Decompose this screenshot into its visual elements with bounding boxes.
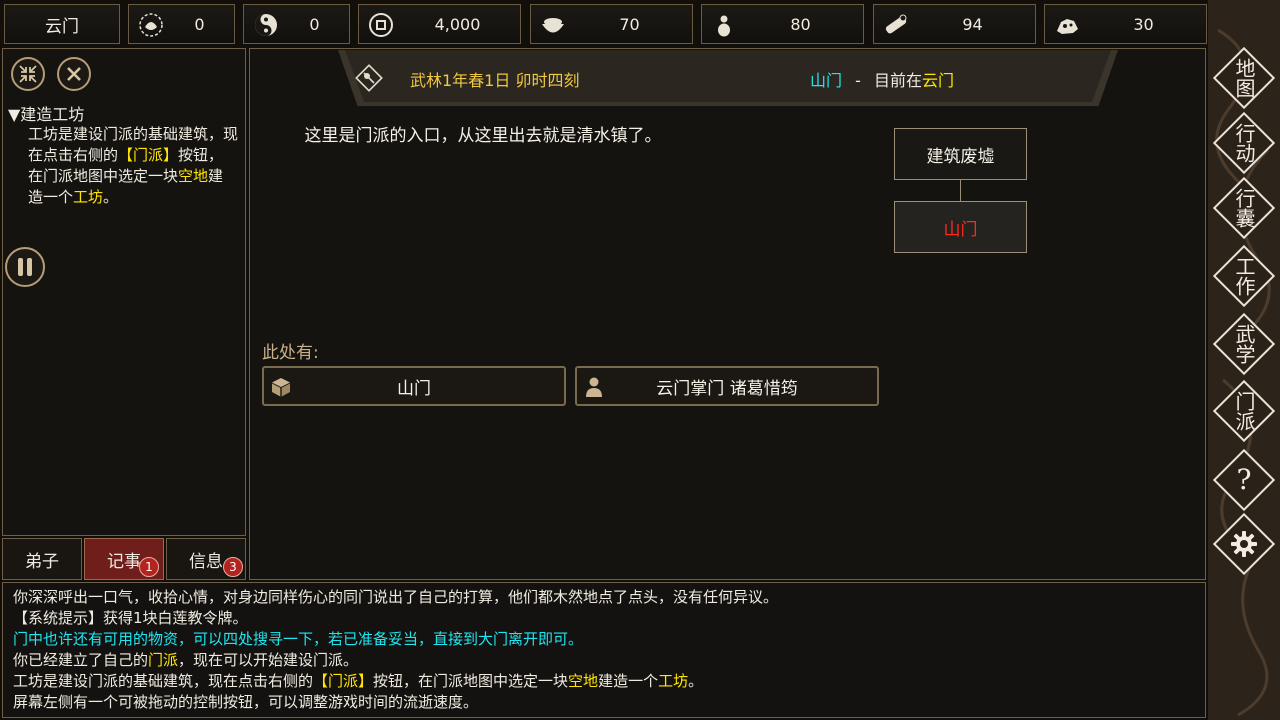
resource-wine[interactable]: 80: [701, 4, 864, 44]
log-line: 屏幕左侧有一个可被拖动的控制按钮，可以调整游戏时间的流逝速度。: [13, 693, 479, 711]
tab-disciples-label: 弟子: [25, 551, 59, 572]
nav-bag[interactable]: 行囊: [1212, 176, 1276, 240]
gear-icon: [1231, 531, 1257, 557]
collapse-button[interactable]: [11, 57, 45, 91]
resource-coin[interactable]: 4,000: [358, 4, 521, 44]
quest-title[interactable]: ▼建造工坊: [8, 101, 84, 125]
nav-actions[interactable]: 行动: [1212, 111, 1276, 175]
object-sect-leader-button[interactable]: 云门掌门 诸葛惜筠: [575, 366, 879, 406]
reputation-icon: [139, 13, 163, 37]
log-line: 你深深呼出一口气，收拾心情，对身边同样伤心的同门说出了自己的打算，他们都木然地点…: [13, 588, 779, 606]
yin-yang-icon: [255, 14, 277, 36]
place-name: 山门: [810, 71, 843, 90]
quest-description: 工坊是建设门派的基础建筑，现在点击右侧的【门派】按钮，在门派地图中选定一块空地建…: [28, 125, 239, 206]
coin-icon: [369, 13, 393, 37]
map-node-ruins-label: 建筑废墟: [926, 146, 995, 167]
notes-badge: 1: [139, 557, 159, 577]
message-log[interactable]: 你深深呼出一口气，收拾心情，对身边同样伤心的同门说出了自己的打算，他们都木然地点…: [2, 582, 1206, 718]
object-gate-button[interactable]: 山门: [262, 366, 566, 406]
compass-icon[interactable]: [355, 64, 383, 92]
food-bowl-icon: [542, 18, 564, 33]
nav-map-label: 地图: [1232, 58, 1256, 98]
nav-sect-label: 门派: [1232, 391, 1256, 431]
separator: -: [855, 71, 861, 90]
resource-yinyang[interactable]: 0: [243, 4, 350, 44]
box-icon: [272, 378, 290, 397]
resource-wood[interactable]: 94: [873, 4, 1036, 44]
resource-reputation[interactable]: 0: [128, 4, 235, 44]
ore-icon: [1057, 19, 1078, 34]
nav-settings[interactable]: [1212, 512, 1276, 576]
resource-food[interactable]: 70: [530, 4, 693, 44]
log-line: 你已经建立了自己的门派，现在可以开始建设门派。: [13, 651, 359, 669]
close-icon: [67, 67, 81, 81]
nav-martial-arts[interactable]: 武学: [1212, 312, 1276, 376]
current-location-line: 山门 - 目前在云门: [810, 67, 954, 91]
wood-value: 94: [962, 14, 983, 34]
nav-martial-arts-label: 武学: [1232, 324, 1256, 364]
tab-disciples[interactable]: 弟子: [2, 538, 82, 580]
nav-help[interactable]: ?: [1212, 448, 1276, 512]
object-gate-label: 山门: [397, 378, 431, 399]
food-value: 70: [619, 14, 640, 34]
nav-sect[interactable]: 门派: [1212, 379, 1276, 443]
messages-badge: 3: [223, 557, 243, 577]
current-location: 云门: [922, 71, 955, 90]
wine-value: 80: [790, 14, 811, 34]
map-node-gate-label: 山门: [943, 219, 978, 240]
current-prefix: 目前在: [873, 71, 922, 90]
here-label: 此处有:: [262, 343, 319, 363]
reputation-value: 0: [194, 14, 205, 34]
map-node-ruins[interactable]: 建筑废墟: [894, 128, 1027, 180]
location-description: 这里是门派的入口，从这里出去就是清水镇了。: [304, 126, 662, 146]
object-sect-leader-label: 云门掌门 诸葛惜筠: [656, 378, 798, 399]
gourd-icon: [718, 15, 730, 37]
nav-map[interactable]: 地图: [1212, 46, 1276, 110]
pause-icon: [18, 258, 32, 276]
tab-messages-label: 信息: [189, 551, 223, 572]
resource-ore[interactable]: 30: [1044, 4, 1207, 44]
wood-log-icon: [885, 14, 907, 34]
map-node-gate[interactable]: 山门: [894, 201, 1027, 253]
tab-messages[interactable]: 信息 3: [166, 538, 246, 580]
nav-work[interactable]: 工作: [1212, 244, 1276, 308]
pause-button[interactable]: [5, 247, 45, 287]
close-button[interactable]: [57, 57, 91, 91]
collapse-icon: [19, 65, 37, 83]
nav-work-label: 工作: [1232, 256, 1256, 296]
location-name-box[interactable]: 云门: [4, 4, 120, 44]
log-line: 工坊是建设门派的基础建筑，现在点击右侧的【门派】按钮，在门派地图中选定一块空地建…: [13, 672, 704, 690]
tab-notes-label: 记事: [107, 551, 141, 572]
nav-actions-label: 行动: [1232, 123, 1256, 163]
log-line: 【系统提示】获得1块白莲教令牌。: [13, 609, 248, 627]
yinyang-value: 0: [309, 14, 320, 34]
game-date: 武林1年春1日 卯时四刻: [410, 71, 580, 90]
location-name: 云门: [45, 16, 79, 37]
help-icon: ?: [1236, 463, 1252, 496]
log-line: 门中也许还有可用的物资，可以四处搜寻一下，若已准备妥当，直接到大门离开即可。: [13, 630, 584, 648]
person-icon: [586, 377, 602, 397]
coin-value: 4,000: [434, 14, 481, 34]
map-connector: [960, 180, 961, 201]
tab-notes[interactable]: 记事 1: [84, 538, 164, 580]
ore-value: 30: [1133, 14, 1154, 34]
nav-bag-label: 行囊: [1232, 188, 1256, 228]
